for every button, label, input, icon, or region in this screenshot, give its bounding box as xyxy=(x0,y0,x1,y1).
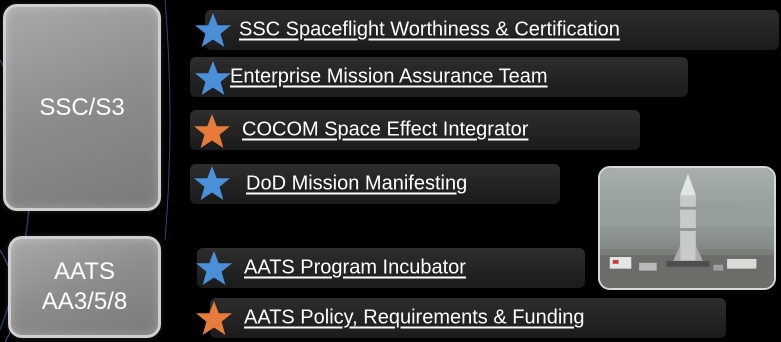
item-row-aats-program-incubator: AATS Program Incubator xyxy=(197,248,585,288)
item-row-spaceflight-worthiness: SSC Spaceflight Worthiness & Certificati… xyxy=(205,10,779,50)
dod-mission-manifesting-link[interactable]: DoD Mission Manifesting xyxy=(246,173,467,196)
ssc-s3-label: SSC/S3 xyxy=(39,93,125,121)
aats-program-incubator-link[interactable]: AATS Program Incubator xyxy=(244,257,466,280)
star-shape xyxy=(194,165,230,201)
orange-star-icon xyxy=(196,300,232,336)
star-shape xyxy=(196,300,232,336)
item-row-dod-mission-manifesting: DoD Mission Manifesting xyxy=(190,164,560,204)
blue-star-icon xyxy=(194,165,230,201)
item-row-cocom-space-effect: COCOM Space Effect Integrator xyxy=(190,110,640,150)
aats-policy-link[interactable]: AATS Policy, Requirements & Funding xyxy=(244,307,585,330)
aats-org-box: AATS AA3/5/8 xyxy=(8,236,161,338)
enterprise-mission-assurance-link[interactable]: Enterprise Mission Assurance Team xyxy=(230,66,548,89)
star-shape xyxy=(196,250,232,286)
orange-star-icon xyxy=(194,113,230,149)
star-shape xyxy=(195,12,231,48)
item-row-aats-policy: AATS Policy, Requirements & Funding xyxy=(210,298,726,338)
ssc-s3-org-box: SSC/S3 xyxy=(3,4,161,211)
aats-label: AATS xyxy=(54,258,115,285)
blue-star-icon xyxy=(195,12,231,48)
blue-star-icon xyxy=(195,60,231,96)
star-shape xyxy=(194,113,230,149)
aats-codes-label: AA3/5/8 xyxy=(41,288,128,315)
star-shape xyxy=(195,60,231,96)
item-row-enterprise-mission-assurance: Enterprise Mission Assurance Team xyxy=(190,57,688,97)
rocket-launch-pad-photo xyxy=(598,166,776,290)
cocom-space-effect-link[interactable]: COCOM Space Effect Integrator xyxy=(242,119,528,142)
spaceflight-worthiness-link[interactable]: SSC Spaceflight Worthiness & Certificati… xyxy=(239,19,620,42)
blue-star-icon xyxy=(196,250,232,286)
